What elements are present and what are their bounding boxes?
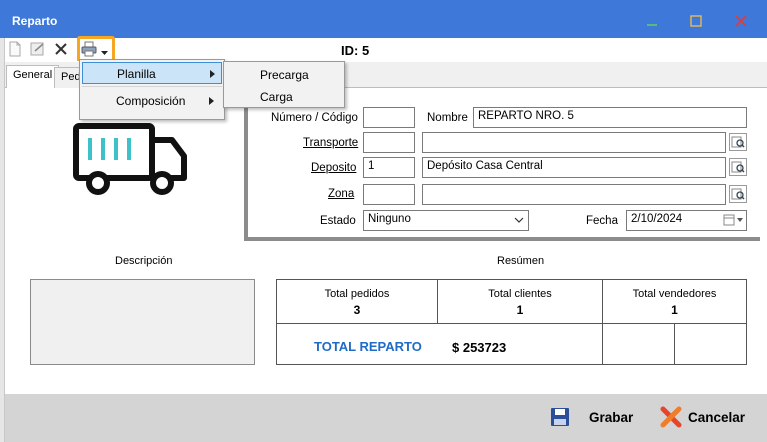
grabar-label: Grabar [589, 409, 634, 425]
transporte-code-input[interactable] [363, 132, 415, 153]
total-vendedores-label: Total vendedores [632, 288, 717, 300]
nombre-input[interactable]: REPARTO NRO. 5 [473, 107, 747, 128]
printer-icon [81, 41, 97, 57]
maximize-icon [690, 15, 702, 27]
total-reparto-value: $ 253723 [452, 340, 507, 355]
cancelar-label: Cancelar [688, 409, 746, 425]
lookup-icon [731, 136, 745, 148]
close-icon [735, 15, 747, 27]
group-border-bottom [244, 237, 760, 241]
grabar-button[interactable]: Grabar [550, 405, 633, 429]
total-clientes-value: 1 [516, 303, 524, 317]
tab-general[interactable]: General [6, 65, 60, 88]
estado-select[interactable]: Ninguno [363, 210, 529, 231]
cancelar-button[interactable]: Cancelar [660, 405, 745, 429]
estado-label: Estado [320, 215, 356, 227]
lookup-icon [731, 188, 745, 200]
calendar-icon [723, 214, 743, 226]
planilla-submenu: Precarga Carga [223, 61, 345, 108]
total-clientes-label: Total clientes [488, 288, 552, 300]
descripcion-title: Descripción [115, 255, 173, 267]
menu-item-composicion[interactable]: Composición [82, 90, 222, 112]
maximize-button[interactable] [684, 10, 708, 32]
print-dropdown-menu: Planilla Composición [79, 59, 225, 120]
menu-item-composicion-label: Composición [116, 94, 186, 108]
zona-desc-input[interactable] [422, 184, 726, 205]
minimize-button[interactable] [640, 10, 664, 32]
minimize-icon [647, 24, 657, 26]
chevron-right-icon [209, 97, 214, 105]
chevron-down-icon[interactable] [101, 45, 108, 59]
total-pedidos-value: 3 [353, 303, 361, 317]
printer-button[interactable] [80, 40, 98, 58]
fecha-datepicker[interactable]: 2/10/2024 [626, 210, 747, 231]
window-title: Reparto [12, 14, 58, 28]
record-id: ID: 5 [341, 43, 370, 58]
empty-cell [602, 323, 675, 365]
total-vendedores-value: 1 [671, 303, 678, 317]
deposito-lookup-button[interactable] [729, 158, 747, 176]
new-button[interactable] [6, 40, 24, 58]
fecha-value: 2/10/2024 [631, 213, 683, 225]
menu-divider [82, 86, 222, 87]
total-pedidos-label: Total pedidos [324, 288, 390, 300]
deposito-code-input[interactable]: 1 [363, 157, 415, 178]
new-icon [9, 41, 21, 57]
total-vendedores-cell: Total vendedores 1 [602, 279, 747, 324]
estado-value: Ninguno [368, 213, 411, 225]
zona-lookup-button[interactable] [729, 185, 747, 203]
numero-input[interactable] [363, 107, 415, 128]
submenu-item-precarga[interactable]: Precarga [260, 68, 309, 82]
total-reparto-label: TOTAL REPARTO [314, 339, 422, 354]
nombre-label: Nombre [427, 112, 468, 124]
resumen-title: Resúmen [497, 255, 545, 267]
zona-label[interactable]: Zona [328, 188, 354, 200]
cancel-icon [660, 406, 682, 428]
save-icon [551, 408, 569, 426]
deposito-desc-input[interactable]: Depósito Casa Central [422, 157, 726, 178]
edit-icon [30, 42, 44, 56]
delete-icon [55, 43, 67, 55]
chevron-down-icon [514, 217, 524, 223]
lookup-icon [731, 161, 745, 173]
edit-button[interactable] [29, 40, 47, 58]
zona-code-input[interactable] [363, 184, 415, 205]
truck-icon [72, 122, 190, 199]
footer-bar [5, 394, 767, 442]
chevron-right-icon [210, 70, 215, 78]
deposito-label[interactable]: Deposito [311, 162, 356, 174]
descripcion-textarea[interactable] [30, 279, 255, 365]
group-border-left [244, 96, 248, 240]
empty-cell [674, 323, 747, 365]
menu-item-planilla-label: Planilla [117, 67, 156, 81]
total-pedidos-cell: Total pedidos 3 [276, 279, 438, 324]
numero-label: Número / Código [271, 112, 358, 124]
transporte-lookup-button[interactable] [729, 133, 747, 151]
total-clientes-cell: Total clientes 1 [437, 279, 603, 324]
transporte-label[interactable]: Transporte [303, 137, 358, 149]
menu-item-planilla[interactable]: Planilla [82, 62, 222, 84]
delete-button[interactable] [52, 40, 70, 58]
submenu-item-carga[interactable]: Carga [260, 90, 293, 104]
close-button[interactable] [729, 10, 753, 32]
transporte-desc-input[interactable] [422, 132, 726, 153]
fecha-label: Fecha [586, 215, 618, 227]
